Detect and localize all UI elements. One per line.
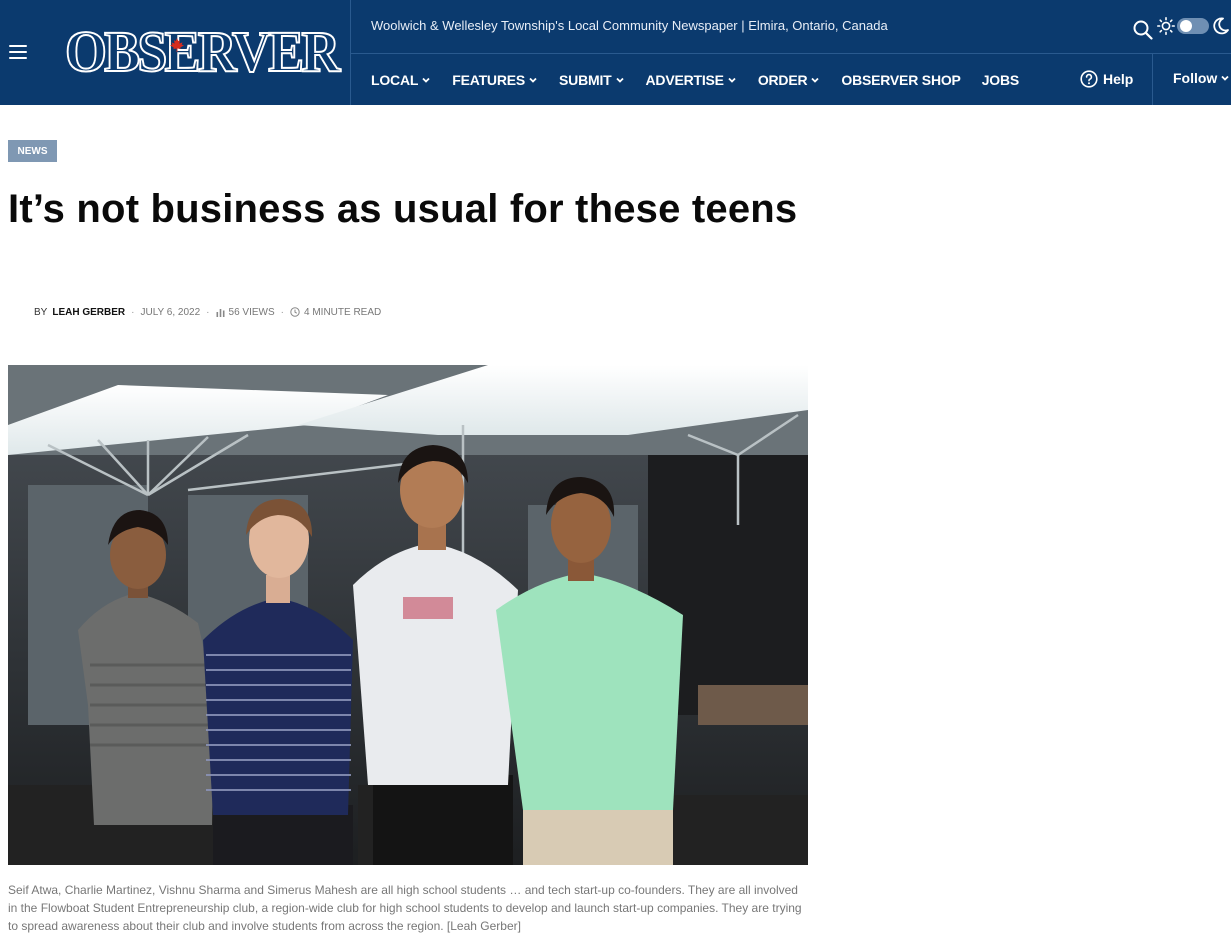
chevron-down-icon (422, 77, 430, 83)
chevron-down-icon (728, 77, 736, 83)
author-avatar (8, 305, 30, 319)
view-count: 56 VIEWS (228, 306, 275, 318)
nav-item-label: FEATURES (452, 71, 526, 88)
chevron-down-icon (811, 77, 820, 83)
article-meta: BY LEAH GERBER · JULY 6, 2022 · 56 VIEWS… (8, 305, 381, 319)
featured-photo-illustration (8, 365, 808, 865)
nav-item-advertise[interactable]: ADVERTISE (646, 72, 737, 88)
nav-item-features[interactable]: FEATURES (452, 72, 538, 88)
nav-item-label: ADVERTISE (645, 71, 725, 88)
nav-item-jobs[interactable]: JOBS (981, 71, 1020, 88)
byline-prefix: BY (34, 306, 48, 318)
featured-image[interactable] (8, 365, 808, 865)
nav-item-submit[interactable]: SUBMIT (559, 72, 624, 88)
meta-separator: · (131, 306, 135, 318)
nav-item-label: OBSERVER SHOP (841, 71, 961, 88)
nav-item-label: ORDER (757, 71, 808, 88)
header-divider (1152, 54, 1153, 105)
help-label: Help (1103, 71, 1134, 87)
nav-item-local[interactable]: LOCAL (371, 72, 431, 88)
site-logo[interactable]: OBSERVER (56, 19, 341, 85)
publish-date: JULY 6, 2022 (140, 306, 201, 318)
author-link[interactable]: LEAH GERBER (52, 307, 125, 318)
search-icon[interactable] (1133, 20, 1153, 40)
nav-item-label: JOBS (981, 71, 1020, 88)
dark-mode-toggle[interactable] (1177, 18, 1209, 34)
clock-icon (290, 307, 300, 317)
nav-item-label: SUBMIT (559, 71, 612, 88)
image-caption: Seif Atwa, Charlie Martinez, Vishnu Shar… (8, 883, 802, 933)
toggle-knob (1180, 20, 1192, 32)
nav-item-observer-shop[interactable]: OBSERVER SHOP (841, 72, 960, 88)
follow-label: Follow (1173, 70, 1218, 86)
main-nav: LOCAL FEATURES SUBMIT ADVERTISE ORDER OB… (371, 54, 1040, 105)
meta-separator: · (206, 306, 210, 318)
read-time: 4 MINUTE READ (304, 306, 382, 318)
follow-menu[interactable]: Follow (1173, 70, 1230, 86)
sun-icon[interactable] (1157, 17, 1175, 35)
meta-separator: · (280, 306, 284, 318)
moon-icon[interactable] (1213, 17, 1229, 35)
site-header: OBSERVER Woolwich & Wellesley Township's… (0, 0, 1231, 105)
chevron-down-icon (615, 77, 624, 83)
help-icon (1080, 70, 1098, 88)
maple-leaf-icon (170, 38, 184, 52)
site-tagline: Woolwich & Wellesley Township's Local Co… (371, 18, 888, 33)
help-link[interactable]: Help (1080, 70, 1133, 88)
menu-icon[interactable] (9, 45, 27, 59)
nav-item-label: LOCAL (371, 71, 419, 88)
logo-text: OBSERVER (64, 19, 341, 85)
nav-item-order[interactable]: ORDER (758, 72, 821, 88)
header-tools (1133, 16, 1231, 40)
category-badge[interactable]: NEWS (8, 140, 57, 162)
article-title: It’s not business as usual for these tee… (8, 187, 798, 231)
chevron-down-icon (529, 77, 537, 83)
chevron-down-icon (1221, 75, 1229, 81)
bar-chart-icon (216, 308, 225, 317)
